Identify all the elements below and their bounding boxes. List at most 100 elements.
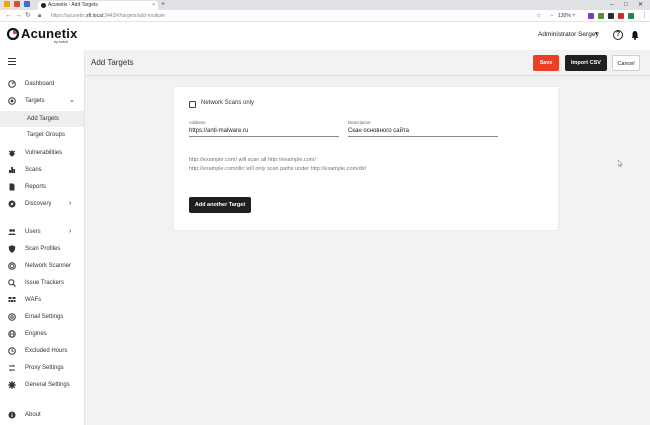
sidebar-item-engines[interactable]: Engines (0, 327, 84, 341)
sidebar-item-label: Network Scanner (25, 263, 72, 269)
zoom-in-icon[interactable]: + (572, 10, 576, 22)
sidebar-item-discovery[interactable]: Discovery › (0, 197, 84, 211)
sidebar-item-label: Engines (25, 331, 47, 337)
sidebar-item-label: Discovery (25, 201, 52, 207)
download-icon[interactable] (598, 13, 604, 19)
close-window-icon[interactable]: ✕ (638, 0, 643, 10)
address-bar[interactable]: https://acunetix.sft.local:3443/#/target… (48, 11, 528, 21)
sidebar-item-label: Targets (25, 98, 45, 104)
shield-icon (8, 245, 16, 253)
caret-down-icon[interactable]: ▼ (594, 31, 599, 37)
sidebar-item-reports[interactable]: Reports (0, 180, 84, 194)
sidebar-item-scan-profiles[interactable]: Scan Profiles (0, 242, 84, 256)
sidebar-item-excluded-hours[interactable]: Excluded Hours (0, 344, 84, 358)
description-field[interactable]: Скан основного сайта (348, 126, 498, 137)
chevron-down-icon: ⌄ (69, 97, 75, 104)
maximize-window-icon[interactable]: □ (624, 0, 628, 10)
sidebar-item-network-scanner[interactable]: Network Scanner (0, 259, 84, 273)
sidebar-item-email-settings[interactable]: Email Settings (0, 310, 84, 324)
sidebar-item-label: Target Groups (27, 132, 66, 138)
url-path: :3443/#/targets/add-multiple (102, 13, 165, 19)
chevron-right-icon: › (69, 200, 72, 207)
save-button[interactable]: Save (533, 55, 559, 71)
users-icon (8, 229, 16, 235)
bookmark-star-icon[interactable]: ☆ (536, 10, 541, 22)
sidebar-item-label: Add Targets (27, 116, 59, 122)
sidebar-item-users[interactable]: Users › (0, 225, 84, 239)
forward-arrow-icon[interactable]: → (15, 10, 22, 22)
browser-menu-icon[interactable]: ⋮ (641, 10, 648, 22)
add-targets-form-card: Network Scans only Address https://anti-… (174, 87, 558, 230)
cancel-button[interactable]: Cancel (612, 55, 640, 71)
url-host: sft.local (86, 13, 103, 19)
browser-tab-active[interactable]: Acunetix - Add Targets × (38, 1, 158, 10)
help-icon[interactable]: ? (613, 30, 623, 40)
sidebar-item-general-settings[interactable]: General Settings (0, 378, 84, 392)
import-csv-button[interactable]: Import CSV (565, 55, 607, 71)
network-icon (8, 262, 16, 270)
sidebar-item-label: Dashboard (25, 81, 55, 87)
add-another-target-button[interactable]: Add another Target (189, 197, 251, 213)
sidebar-item-scans[interactable]: Scans (0, 163, 84, 177)
lock-icon: 🔒︎ (38, 13, 42, 19)
scans-icon (9, 167, 15, 173)
waf-icon (8, 297, 16, 302)
reports-icon (9, 183, 15, 191)
sidebar-item-label: Scan Profiles (25, 246, 61, 252)
extension-icon[interactable] (588, 13, 594, 19)
sidebar-item-label: Issue Trackers (25, 280, 65, 286)
sidebar-item-issue-trackers[interactable]: Issue Trackers (0, 276, 84, 290)
browser-extension-icon[interactable] (14, 1, 20, 7)
sidebar-item-label: Vulnerabilities (25, 150, 63, 156)
acunetix-logo-icon (7, 28, 19, 40)
user-menu[interactable]: Administrator Sergey (538, 31, 599, 38)
sidebar-item-label: WAFs (25, 297, 42, 303)
clock-icon (8, 347, 16, 355)
browser-tab-strip: Acunetix - Add Targets × + – □ ✕ (0, 0, 650, 10)
sidebar-item-wafs[interactable]: WAFs (0, 293, 84, 307)
dashboard-icon (8, 80, 16, 88)
acunetix-favicon-icon (41, 3, 46, 8)
reload-icon[interactable]: ↻ (25, 10, 31, 22)
targets-icon (8, 97, 16, 105)
info-icon (8, 411, 16, 419)
sidebar-item-targets[interactable]: Targets ⌄ (0, 94, 84, 108)
network-scans-checkbox[interactable] (189, 101, 196, 108)
extension-icon[interactable] (618, 13, 624, 19)
new-tab-button[interactable]: + (161, 0, 165, 10)
url-prefix: https://acunetix. (51, 13, 87, 19)
back-arrow-icon[interactable]: ← (5, 10, 12, 22)
browser-menu-icon[interactable] (4, 1, 10, 7)
hint-text-line-2: http://example.com/dir/ will only scan p… (189, 166, 367, 172)
hamburger-menu-icon[interactable] (8, 58, 16, 67)
mouse-cursor-icon (618, 160, 623, 167)
sidebar-item-label: General Settings (25, 382, 70, 388)
app-header: Acunetix by Invicti Administrator Sergey… (0, 22, 650, 50)
zoom-out-icon[interactable]: − (550, 10, 554, 22)
sidebar-subitem-target-groups[interactable]: Target Groups (0, 127, 84, 143)
zoom-level: 130% (558, 13, 571, 19)
description-label: Description (348, 120, 371, 125)
sidebar-item-proxy-settings[interactable]: Proxy Settings (0, 361, 84, 375)
sidebar-item-about[interactable]: About (0, 408, 84, 422)
main-content: Network Scans only Address https://anti-… (85, 76, 650, 425)
sidebar-item-label: About (25, 412, 41, 418)
minimize-window-icon[interactable]: – (610, 0, 613, 10)
hint-text-line-1: http://example.com/ will scan all http:/… (189, 157, 316, 163)
email-icon (8, 313, 16, 321)
logo-text: Acunetix (21, 26, 78, 41)
network-scans-label: Network Scans only (201, 100, 255, 106)
browser-extension-icon[interactable] (24, 1, 30, 7)
tab-close-icon[interactable]: × (152, 1, 155, 10)
bell-icon[interactable] (630, 30, 640, 40)
sidebar: Dashboard Targets ⌄ Add Targets Target G… (0, 50, 85, 425)
extension-icon[interactable] (608, 13, 614, 19)
issue-tracker-icon (8, 279, 16, 287)
sidebar-item-label: Reports (25, 184, 47, 190)
sidebar-item-vulnerabilities[interactable]: Vulnerabilities (0, 146, 84, 160)
extension-icon[interactable] (628, 13, 634, 19)
browser-tab-title: Acunetix - Add Targets (48, 2, 98, 8)
address-field[interactable]: https://anti-malware.ru (189, 126, 339, 137)
sidebar-item-dashboard[interactable]: Dashboard (0, 77, 84, 91)
sidebar-subitem-add-targets[interactable]: Add Targets (0, 111, 84, 127)
